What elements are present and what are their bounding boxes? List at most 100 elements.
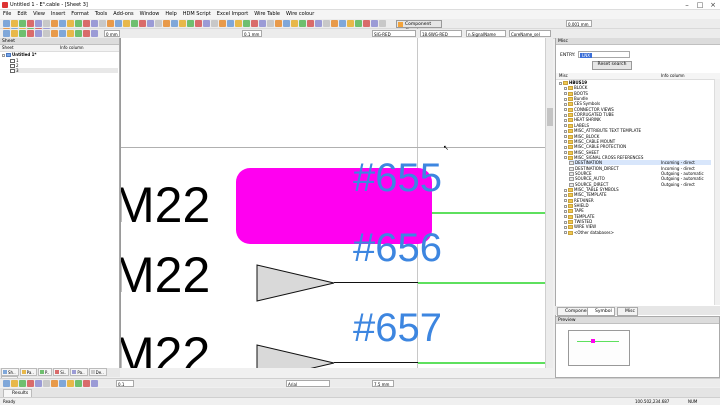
menu-hdm-script[interactable]: HDM Script (180, 10, 214, 19)
expand-icon[interactable] (564, 97, 567, 101)
toolbar1-icon-39[interactable] (315, 20, 322, 27)
menu-insert[interactable]: Insert (48, 10, 68, 19)
toolbar1-icon-26[interactable] (211, 20, 218, 27)
toolbar2-icon-3[interactable] (27, 30, 34, 37)
toolbar1-icon-28[interactable] (227, 20, 234, 27)
bottom-tab[interactable]: P.. (37, 368, 53, 376)
font-combo[interactable]: Arial (286, 380, 330, 387)
bottom-tab[interactable]: Sh.. (1, 368, 19, 376)
grid-size-combo[interactable]: 0.001 mm (566, 20, 592, 27)
expand-icon[interactable] (564, 86, 567, 90)
expand-icon[interactable] (564, 118, 567, 122)
menu-view[interactable]: View (30, 10, 48, 19)
misc-tree-item[interactable]: LABELS (564, 123, 711, 128)
toolbar1-icon-44[interactable] (355, 20, 362, 27)
menu-window[interactable]: Window (137, 10, 163, 19)
misc-tree-item[interactable]: MISC_TEMPLATE (564, 192, 711, 198)
toolbar1-icon-15[interactable] (123, 20, 130, 27)
toolbar1-icon-3[interactable] (27, 20, 34, 27)
toolbar1-icon-7[interactable] (59, 20, 66, 27)
menu-tools[interactable]: Tools (92, 10, 110, 19)
toolbar2-icon-2[interactable] (19, 30, 26, 37)
format-icon-5[interactable] (43, 380, 50, 387)
misc-tree-item[interactable]: CONNECTOR VIEWS (564, 107, 711, 112)
toolbar1-icon-20[interactable] (163, 20, 170, 27)
tab-symbol[interactable]: Symbol (587, 307, 615, 316)
bottom-tab[interactable]: Pa.. (19, 368, 37, 376)
toolbar1-icon-5[interactable] (43, 20, 50, 27)
toolbar1-icon-18[interactable] (147, 20, 154, 27)
expand-icon[interactable] (564, 151, 567, 155)
font-size-combo[interactable]: 7.5 mm (372, 380, 394, 387)
toolbar1-icon-47[interactable] (379, 20, 386, 27)
expand-icon[interactable] (559, 81, 562, 85)
misc-tree-item[interactable]: MISC_ATTRIBUTE TEXT TEMPLATE (564, 128, 711, 134)
bottom-width-combo[interactable]: 0.1 mm (116, 380, 134, 394)
toolbar1-icon-27[interactable] (219, 20, 226, 27)
expand-icon[interactable] (564, 193, 567, 197)
toolbar2-icon-6[interactable] (51, 30, 58, 37)
expand-icon[interactable] (564, 220, 567, 224)
menu-wire-colour[interactable]: Wire colour (283, 10, 317, 19)
toolbar1-icon-33[interactable] (267, 20, 274, 27)
toolbar1-icon-25[interactable] (203, 20, 210, 27)
misc-tree-item[interactable]: BLOCK (564, 85, 711, 91)
preview-frame[interactable] (568, 330, 630, 366)
misc-tree-item[interactable]: RETAINER (564, 198, 711, 203)
toolbar1-icon-21[interactable] (171, 20, 178, 27)
expand-icon[interactable] (564, 231, 567, 235)
misc-tree-item[interactable]: MISC_CABLE MOUNT (564, 139, 711, 144)
toolbar1-icon-46[interactable] (371, 20, 378, 27)
toolbar2-icon-1[interactable] (11, 30, 18, 37)
toolbar1-icon-1[interactable] (11, 20, 18, 27)
expand-icon[interactable] (564, 108, 567, 112)
toolbar1-icon-35[interactable] (283, 20, 290, 27)
zoom-combo[interactable]: 0.1 mm (242, 30, 262, 37)
toolbar1-icon-29[interactable] (235, 20, 242, 27)
connector-triangle[interactable] (256, 344, 336, 368)
toolbar2-icon-8[interactable] (67, 30, 74, 37)
drawing-canvas[interactable]: ↖ M22 #655 M22 #656 M22 #657 (120, 38, 550, 368)
misc-tree-item[interactable]: TEMPLATE (564, 214, 711, 219)
scrollbar-thumb[interactable] (547, 108, 553, 126)
toolbar1-icon-40[interactable] (323, 20, 330, 27)
format-icon-2[interactable] (19, 380, 26, 387)
expand-icon[interactable] (564, 204, 567, 208)
toolbar1-icon-13[interactable] (107, 20, 114, 27)
misc-tree-item[interactable]: <Other databases> (564, 230, 711, 235)
toolbar1-icon-10[interactable] (83, 20, 90, 27)
expand-icon[interactable] (564, 156, 567, 160)
expand-icon[interactable] (564, 92, 567, 96)
misc-tree-item[interactable]: CORRUGATED TUBE (564, 112, 711, 118)
misc-tree-item[interactable]: MISC_CABLE PROTECTION (564, 144, 711, 150)
menu-wire-table[interactable]: Wire Table (251, 10, 283, 19)
misc-tree-item[interactable]: SOURCE Outgoing - automatic (569, 171, 711, 176)
format-icon-11[interactable] (91, 380, 98, 387)
bottom-tab[interactable]: De.. (88, 368, 107, 376)
format-icon-0[interactable] (3, 380, 10, 387)
expand-icon[interactable] (564, 102, 567, 106)
expand-icon[interactable] (564, 188, 567, 192)
sheet-item[interactable]: 3 (10, 68, 118, 73)
format-icon-1[interactable] (11, 380, 18, 387)
format-icon-6[interactable] (51, 380, 58, 387)
close-icon[interactable]: × (706, 0, 720, 10)
format-icon-3[interactable] (27, 380, 34, 387)
bottom-tab[interactable]: Pa.. (70, 368, 88, 376)
toolbar1-icon-6[interactable] (51, 20, 58, 27)
toolbar2-icon-9[interactable] (75, 30, 82, 37)
core-name-combo[interactable]: CoreName_sel (509, 30, 551, 37)
toolbar1-icon-2[interactable] (19, 20, 26, 27)
misc-scrollbar[interactable] (714, 79, 720, 305)
toolbar1-icon-32[interactable] (259, 20, 266, 27)
expand-icon[interactable] (564, 215, 567, 219)
toolbar1-icon-38[interactable] (307, 20, 314, 27)
toolbar1-icon-22[interactable] (179, 20, 186, 27)
toolbar1-icon-24[interactable] (195, 20, 202, 27)
bottom-tab[interactable]: Si.. (53, 368, 70, 376)
toolbar1-icon-9[interactable] (75, 20, 82, 27)
expand-icon[interactable] (564, 113, 567, 117)
maximize-icon[interactable]: □ (693, 0, 707, 10)
line-width-combo[interactable]: 0 mm (104, 30, 120, 37)
expand-icon[interactable] (564, 129, 567, 133)
